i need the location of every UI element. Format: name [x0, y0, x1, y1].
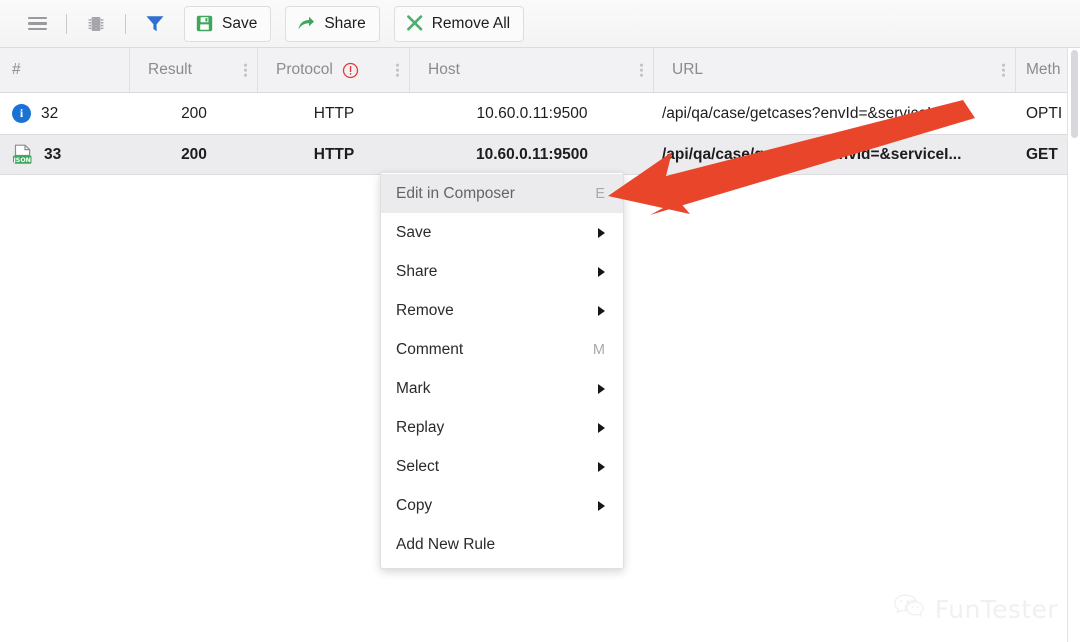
watermark: FunTester	[893, 593, 1058, 626]
row-url: /api/qa/case/getcases?envId=&serviceI...	[662, 104, 945, 122]
row-num-cell: i 32	[0, 104, 130, 123]
save-button-label: Save	[222, 14, 258, 32]
menu-item-label: Select	[396, 457, 440, 475]
row-result: 200	[181, 104, 207, 122]
column-menu-icon[interactable]	[640, 63, 643, 77]
share-arrow-icon	[297, 15, 315, 32]
toolbar: Save Share Remove All	[0, 0, 1080, 48]
menu-item-label: Copy	[396, 496, 433, 514]
fiddler-session-window: Save Share Remove All # Result Protocol …	[0, 0, 1080, 642]
watermark-label: FunTester	[934, 595, 1058, 624]
chevron-right-icon	[598, 422, 605, 433]
chevron-right-icon	[598, 383, 605, 394]
menu-item-shortcut: E	[595, 185, 605, 202]
row-host: 10.60.0.11:9500	[476, 104, 588, 122]
share-button[interactable]: Share	[285, 5, 380, 42]
context-menu-item-replay[interactable]: Replay	[381, 408, 623, 447]
toolbar-divider-2	[125, 13, 126, 34]
column-header-method[interactable]: Meth	[1016, 48, 1072, 92]
menu-item-label: Share	[396, 262, 438, 280]
svg-text:JSON: JSON	[12, 157, 31, 164]
context-menu-item-save[interactable]: Save	[381, 213, 623, 252]
table-header-row: # Result Protocol Host URL Meth	[0, 48, 1072, 93]
filter-icon[interactable]	[140, 9, 170, 39]
column-header-num[interactable]: #	[0, 48, 130, 92]
column-header-protocol[interactable]: Protocol	[258, 48, 410, 92]
row-num: 33	[44, 145, 62, 163]
wechat-icon	[893, 593, 926, 626]
floppy-disk-icon	[196, 15, 213, 32]
column-header-result[interactable]: Result	[130, 48, 258, 92]
column-menu-icon[interactable]	[244, 63, 247, 77]
context-menu-item-add-new-rule[interactable]: Add New Rule	[381, 525, 623, 564]
row-num: 32	[41, 104, 59, 122]
context-menu-item-copy[interactable]: Copy	[381, 486, 623, 525]
menu-icon[interactable]	[22, 9, 52, 39]
chevron-right-icon	[598, 461, 605, 472]
context-menu-item-share[interactable]: Share	[381, 252, 623, 291]
menu-item-label: Replay	[396, 418, 445, 436]
context-menu-item-select[interactable]: Select	[381, 447, 623, 486]
json-file-icon: JSON	[12, 144, 34, 165]
context-menu: Edit in Composer E Save Share Remove Com…	[380, 172, 624, 569]
chevron-right-icon	[598, 305, 605, 316]
context-menu-item-comment[interactable]: Comment M	[381, 330, 623, 369]
row-protocol: HTTP	[313, 104, 355, 122]
column-menu-icon[interactable]	[396, 63, 399, 77]
menu-item-label: Remove	[396, 301, 454, 319]
row-url: /api/qa/case/getcases?envId=&serviceI...	[662, 145, 962, 163]
column-menu-icon[interactable]	[1002, 63, 1005, 77]
chip-icon[interactable]	[81, 9, 111, 39]
vertical-scrollbar[interactable]	[1067, 48, 1080, 642]
info-icon: i	[12, 104, 31, 123]
scrollbar-thumb[interactable]	[1071, 50, 1078, 138]
row-host: 10.60.0.11:9500	[475, 145, 589, 163]
table-row[interactable]: i 32 200 HTTP 10.60.0.11:9500 /api/qa/ca…	[0, 93, 1072, 134]
close-x-icon	[406, 15, 423, 32]
menu-item-label: Add New Rule	[396, 535, 496, 553]
row-num-cell: JSON 33	[0, 144, 130, 165]
menu-item-shortcut: M	[592, 341, 605, 358]
row-method: OPTI	[1026, 104, 1063, 122]
menu-item-label: Mark	[396, 379, 431, 397]
row-method: GET	[1026, 145, 1058, 163]
toolbar-divider-1	[66, 13, 67, 34]
menu-item-label: Comment	[396, 340, 464, 358]
column-header-url[interactable]: URL	[654, 48, 1016, 92]
share-button-label: Share	[324, 14, 366, 32]
chevron-right-icon	[598, 227, 605, 238]
context-menu-item-edit-in-composer[interactable]: Edit in Composer E	[381, 174, 623, 213]
chevron-right-icon	[598, 500, 605, 511]
remove-all-button-label: Remove All	[431, 14, 511, 32]
menu-item-label: Edit in Composer	[396, 184, 515, 202]
warning-circle-icon[interactable]	[342, 62, 359, 79]
row-result: 200	[181, 145, 207, 163]
column-header-host[interactable]: Host	[410, 48, 654, 92]
context-menu-item-remove[interactable]: Remove	[381, 291, 623, 330]
row-protocol: HTTP	[313, 145, 355, 163]
save-button[interactable]: Save	[184, 5, 272, 42]
context-menu-item-mark[interactable]: Mark	[381, 369, 623, 408]
menu-item-label: Save	[396, 223, 432, 241]
remove-all-button[interactable]: Remove All	[393, 5, 525, 42]
chevron-right-icon	[598, 266, 605, 277]
table-row[interactable]: JSON 33 200 HTTP 10.60.0.11:9500 /api/qa…	[0, 134, 1072, 175]
